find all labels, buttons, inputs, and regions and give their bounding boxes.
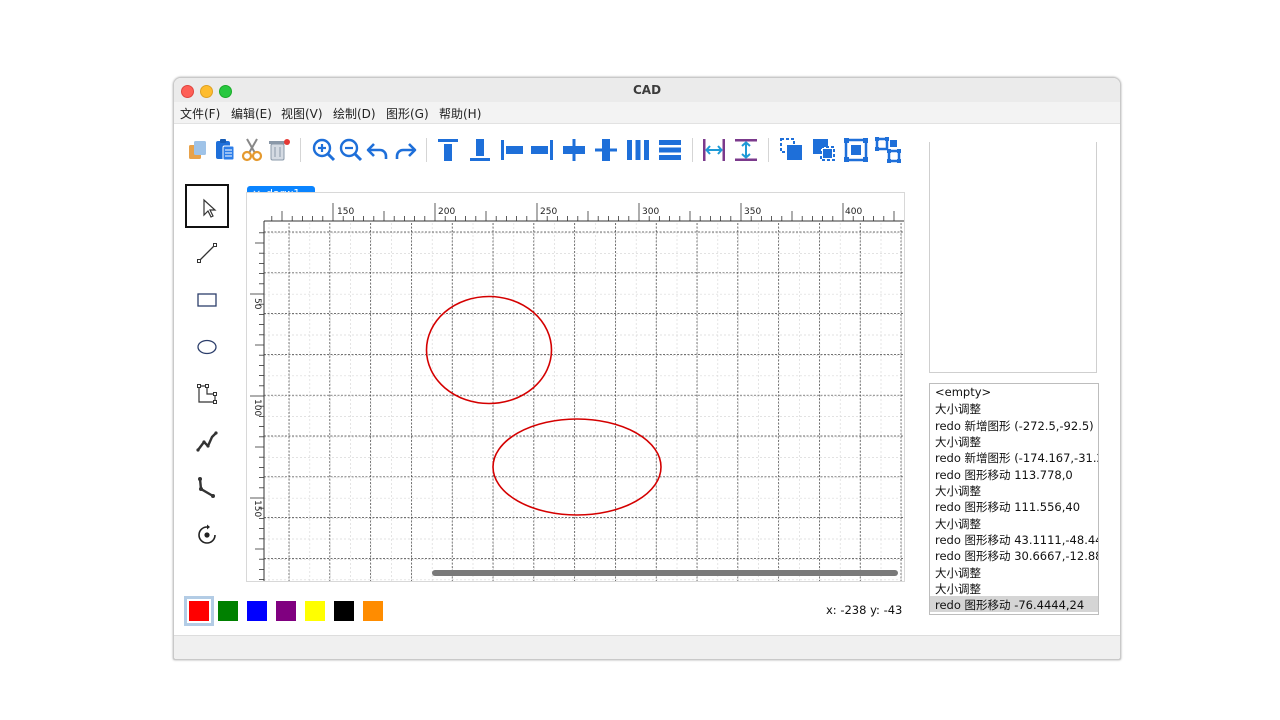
same-height-icon[interactable] — [732, 136, 760, 164]
drawing-canvas-frame: 150 200 250 300 350 400 50 100 150 — [246, 192, 905, 582]
color-swatch-green[interactable] — [218, 601, 238, 621]
history-item[interactable]: redo 图形移动 111.556,40 — [935, 499, 1080, 515]
distribute-horizontal-icon[interactable] — [624, 136, 652, 164]
bezier-tool[interactable] — [185, 466, 229, 510]
horizontal-scrollbar[interactable] — [432, 570, 898, 576]
ruler-label: 400 — [845, 207, 863, 217]
ruler-label: 300 — [642, 207, 660, 217]
align-top-icon[interactable] — [434, 136, 462, 164]
ungroup-icon[interactable] — [874, 136, 902, 164]
bring-forward-icon[interactable] — [778, 136, 806, 164]
send-backward-icon[interactable] — [810, 136, 838, 164]
menu-bar: 文件(F) 编辑(E) 视图(V) 绘制(D) 图形(G) 帮助(H) — [174, 102, 1120, 124]
menu-help[interactable]: 帮助(H) — [439, 105, 481, 122]
freehand-icon — [196, 431, 218, 452]
rotate-tool[interactable] — [185, 513, 229, 557]
bezier-icon — [198, 477, 215, 498]
freehand-tool[interactable] — [185, 419, 229, 463]
menu-view[interactable]: 视图(V) — [281, 105, 323, 122]
color-swatch-purple[interactable] — [276, 601, 296, 621]
toolbar-separator — [768, 138, 769, 162]
color-swatch-blue[interactable] — [247, 601, 267, 621]
align-left-icon[interactable] — [498, 136, 526, 164]
toolbar-separator — [692, 138, 693, 162]
align-bottom-icon[interactable] — [466, 136, 494, 164]
history-item[interactable]: 大小调整 — [935, 483, 981, 499]
same-width-icon[interactable] — [700, 136, 728, 164]
history-item[interactable]: redo 新增图形 (-174.167,-31.2 — [935, 450, 1098, 466]
align-center-horizontal-icon[interactable] — [560, 136, 588, 164]
rotate-icon — [198, 524, 216, 544]
ruler-label: 100 — [252, 399, 262, 417]
ruler-label: 200 — [438, 207, 456, 217]
history-item[interactable]: redo 图形移动 43.1111,-48.44 — [935, 532, 1098, 548]
history-item[interactable]: 大小调整 — [935, 401, 981, 417]
properties-panel — [929, 142, 1097, 373]
history-item-selected[interactable]: redo 图形移动 -76.4444,24 — [935, 597, 1084, 613]
ruler-label: 150 — [252, 500, 262, 518]
menu-edit[interactable]: 编辑(E) — [231, 105, 272, 122]
toolbar-separator — [426, 138, 427, 162]
ellipse-tool[interactable] — [185, 325, 229, 369]
menu-draw[interactable]: 绘制(D) — [333, 105, 376, 122]
menu-shape[interactable]: 图形(G) — [386, 105, 429, 122]
window-title: CAD — [632, 83, 662, 97]
ellipse-icon — [197, 339, 217, 355]
polyline-icon — [197, 384, 217, 404]
menu-file[interactable]: 文件(F) — [180, 105, 220, 122]
cursor-icon — [203, 198, 217, 218]
ruler-label: 350 — [744, 207, 762, 217]
color-swatch-red[interactable] — [184, 596, 214, 626]
status-bar — [174, 635, 1120, 659]
history-item[interactable]: 大小调整 — [935, 434, 981, 450]
color-swatch-orange[interactable] — [363, 601, 383, 621]
history-item[interactable]: redo 新增图形 (-272.5,-92.5) — [935, 418, 1094, 434]
drawing-tools — [184, 184, 230, 554]
align-center-vertical-icon[interactable] — [592, 136, 620, 164]
color-palette — [184, 596, 394, 626]
line-tool[interactable] — [185, 231, 229, 275]
delete-icon[interactable] — [265, 136, 293, 164]
vertical-ruler — [247, 193, 264, 581]
rectangle-icon — [197, 293, 217, 307]
history-item[interactable]: <empty> — [935, 385, 991, 399]
toolbar — [184, 134, 904, 168]
history-item[interactable]: 大小调整 — [935, 565, 981, 581]
history-panel: <empty> 大小调整 redo 新增图形 (-272.5,-92.5) 大小… — [929, 383, 1099, 615]
copy-icon[interactable] — [184, 136, 212, 164]
undo-icon[interactable] — [364, 136, 392, 164]
toolbar-separator — [300, 138, 301, 162]
ruler-label: 150 — [337, 207, 355, 217]
cursor-coordinates: x: -238 y: -43 — [826, 603, 903, 617]
paste-icon[interactable] — [211, 136, 239, 164]
select-tool[interactable] — [185, 184, 229, 228]
zoom-out-icon[interactable] — [337, 136, 365, 164]
app-window: CAD 文件(F) 编辑(E) 视图(V) 绘制(D) 图形(G) 帮助(H) — [173, 77, 1121, 660]
ruler-label: 250 — [540, 207, 558, 217]
history-item[interactable]: redo 图形移动 113.778,0 — [935, 467, 1073, 483]
line-icon — [197, 243, 217, 263]
canvas-background — [247, 193, 904, 581]
color-swatch-yellow[interactable] — [305, 601, 325, 621]
redo-icon[interactable] — [391, 136, 419, 164]
title-bar: CAD — [174, 78, 1120, 103]
zoom-in-icon[interactable] — [310, 136, 338, 164]
cut-icon[interactable] — [238, 136, 266, 164]
drawing-canvas[interactable] — [247, 193, 904, 581]
align-right-icon[interactable] — [528, 136, 556, 164]
history-item[interactable]: redo 图形移动 30.6667,-12.88 — [935, 548, 1098, 564]
color-swatch-black[interactable] — [334, 601, 354, 621]
history-item[interactable]: 大小调整 — [935, 516, 981, 532]
group-icon[interactable] — [842, 136, 870, 164]
rectangle-tool[interactable] — [185, 278, 229, 322]
distribute-vertical-icon[interactable] — [656, 136, 684, 164]
ruler-label: 50 — [252, 298, 262, 310]
history-item[interactable]: 大小调整 — [935, 581, 981, 597]
polyline-tool[interactable] — [185, 372, 229, 416]
